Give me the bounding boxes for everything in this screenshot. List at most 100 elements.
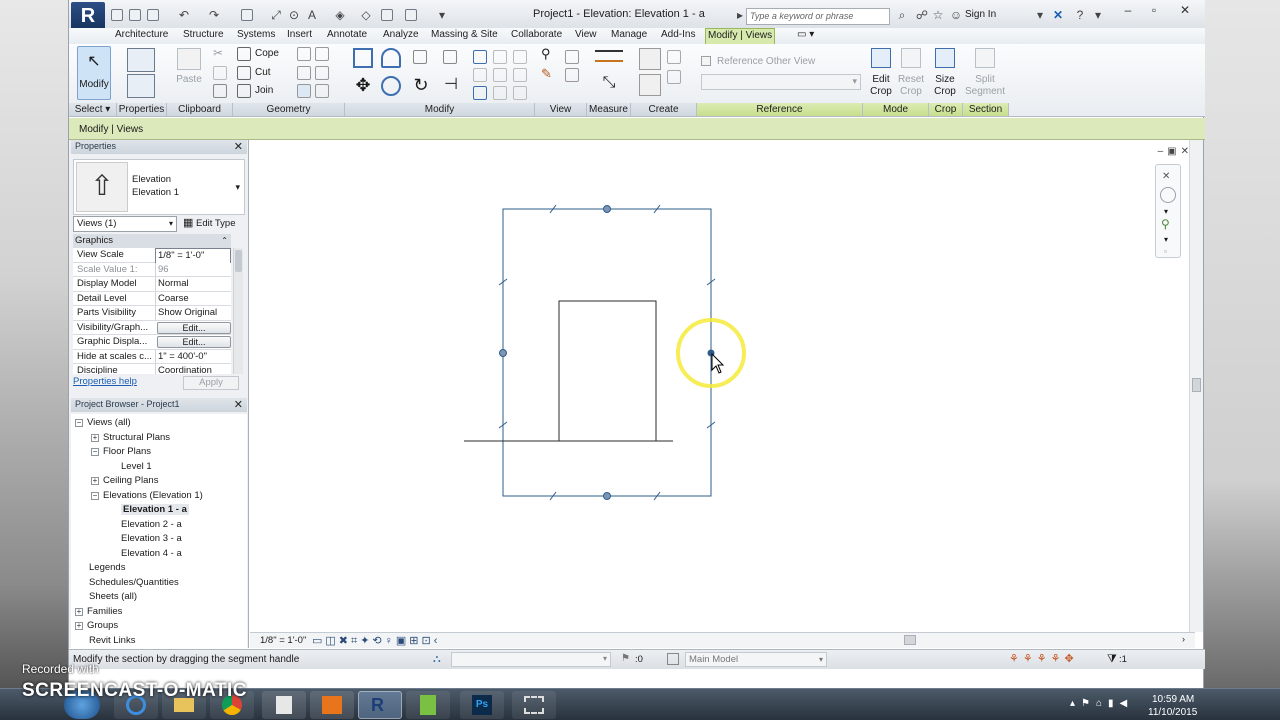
scale-icon[interactable] <box>473 86 487 100</box>
measure-icon[interactable] <box>241 9 253 21</box>
vertical-scroll-thumb[interactable] <box>1192 378 1201 392</box>
create-similar-icon[interactable] <box>667 70 681 84</box>
linework-icon[interactable] <box>565 68 579 82</box>
tree-expand-toggle[interactable]: + <box>75 607 83 616</box>
default-3d-view-icon[interactable]: ◈ <box>333 8 347 22</box>
cope-button[interactable]: Cope <box>255 48 279 59</box>
measure-between-icon[interactable] <box>595 50 623 62</box>
search-expand-icon[interactable]: ▸ <box>733 8 747 22</box>
create-parts-icon[interactable] <box>667 50 681 64</box>
split-segment-icon[interactable] <box>975 48 995 68</box>
section-icon[interactable]: ◇ <box>359 8 373 22</box>
split-element-icon[interactable] <box>473 50 487 64</box>
view-window-controls[interactable]: –▣✕ <box>1158 146 1193 157</box>
tab-add-ins[interactable]: Add-Ins <box>659 28 697 44</box>
graphics-group-header[interactable]: Graphics ⌃ <box>73 234 231 248</box>
sign-in-link[interactable]: Sign In <box>965 9 996 20</box>
wall-elevation[interactable] <box>558 300 657 442</box>
tab-manage[interactable]: Manage <box>609 28 649 44</box>
tree-item[interactable]: Legends <box>75 561 125 576</box>
trim-extend-icon[interactable]: ⊣ <box>441 76 461 96</box>
cut-button[interactable]: Cut <box>255 67 271 78</box>
trim-multiple-icon[interactable] <box>513 68 527 82</box>
tab-structure[interactable]: Structure <box>181 28 226 44</box>
text-icon[interactable]: A <box>305 8 319 22</box>
view-control-icons[interactable]: ▭◫✖⌗✦⟲♀▣⊞⊡‹ <box>312 634 440 648</box>
match-type-icon[interactable] <box>213 84 227 98</box>
tab-insert[interactable]: Insert <box>285 28 314 44</box>
design-options-icon[interactable] <box>667 653 679 665</box>
size-crop-icon[interactable] <box>935 48 955 68</box>
photoshop-icon[interactable]: Ps <box>460 691 504 719</box>
properties-scrollbar[interactable] <box>233 248 243 374</box>
prop-value[interactable]: Coordination <box>155 364 231 374</box>
prop-value[interactable]: Show Original <box>155 306 231 320</box>
filter-icon[interactable]: ⧩ <box>1107 653 1117 666</box>
prop-row-graphic-display[interactable]: Graphic Displa... Edit... <box>73 335 231 350</box>
tree-item[interactable]: − Elevations (Elevation 1) <box>91 489 203 504</box>
sync-icon[interactable] <box>147 9 159 21</box>
reference-other-view-checkbox[interactable] <box>701 56 711 66</box>
rotate-icon[interactable]: ↻ <box>411 76 431 96</box>
close-properties-icon[interactable]: ✕ <box>234 141 243 153</box>
properties-help-link[interactable]: Properties help <box>73 376 137 387</box>
tree-expand-toggle[interactable]: − <box>91 491 99 500</box>
select-panel-label[interactable]: Select ▾ <box>69 103 117 116</box>
clock-date[interactable]: 11/10/2015 <box>1148 707 1197 718</box>
tab-view[interactable]: View <box>573 28 599 44</box>
tab-massing-site[interactable]: Massing & Site <box>429 28 500 44</box>
tab-analyze[interactable]: Analyze <box>381 28 421 44</box>
move-icon[interactable]: ✥ <box>353 76 373 96</box>
pin-icon[interactable] <box>493 50 507 64</box>
instance-filter-dropdown[interactable]: Views (1) ▾ <box>73 216 177 232</box>
graphic-display-edit-button[interactable]: Edit... <box>157 336 231 348</box>
offset-element-icon[interactable] <box>513 86 527 100</box>
close-project-browser-icon[interactable]: ✕ <box>234 399 243 411</box>
crop-grip-top[interactable] <box>603 205 611 213</box>
prop-row-parts-visibility[interactable]: Parts Visibility Show Original <box>73 306 231 321</box>
horizontal-scroll-thumb[interactable] <box>904 635 916 645</box>
exchange-apps-icon[interactable]: ✕ <box>1051 8 1065 22</box>
steering-wheel-icon[interactable] <box>1160 187 1176 203</box>
tree-item[interactable]: Level 1 <box>107 460 152 475</box>
apply-button[interactable]: Apply <box>183 376 239 390</box>
dimension-icon[interactable]: ⤢ <box>269 8 283 22</box>
close-hidden-windows-icon[interactable] <box>405 9 417 21</box>
type-dropdown-icon[interactable]: ▾ <box>235 182 240 193</box>
clock-time[interactable]: 10:59 AM <box>1152 694 1194 705</box>
worksets-icon[interactable]: ⛬ <box>433 653 441 666</box>
save-icon[interactable] <box>129 9 141 21</box>
reset-crop-button[interactable]: Reset Crop <box>897 74 925 98</box>
favorites-icon[interactable]: ☆ <box>931 8 945 22</box>
copy-icon[interactable] <box>381 76 401 96</box>
steering-wheel-dropdown-icon[interactable]: ▾ <box>1164 207 1168 216</box>
revit-taskbar-icon[interactable]: R <box>358 691 402 719</box>
remove-paint-icon[interactable] <box>315 84 329 98</box>
zoom-dropdown-icon[interactable]: ▾ <box>1164 235 1168 244</box>
editing-requests-icon[interactable]: ⚑ <box>621 653 630 664</box>
join-icon[interactable] <box>237 84 251 98</box>
paste-icon[interactable] <box>177 48 201 70</box>
prop-row-discipline[interactable]: Discipline Coordination <box>73 364 231 374</box>
offset-icon[interactable] <box>381 48 401 68</box>
override-graphics-icon[interactable]: ✎ <box>541 66 552 82</box>
tree-item[interactable]: + Groups <box>75 619 118 634</box>
crop-grip-bottom[interactable] <box>603 492 611 500</box>
sign-in-dropdown-icon[interactable]: ▾ <box>1033 8 1047 22</box>
hide-in-view-icon[interactable]: ⚲ <box>541 46 551 62</box>
snipping-tool-icon[interactable] <box>512 691 556 719</box>
cope-icon[interactable] <box>237 47 251 61</box>
wall-joins-icon[interactable] <box>297 47 311 61</box>
unpin-icon[interactable] <box>493 68 507 82</box>
split-face-icon[interactable] <box>315 47 329 61</box>
prop-row-detail-level[interactable]: Detail Level Coarse <box>73 291 231 306</box>
user-icon[interactable]: ☺ <box>949 8 963 22</box>
workset-dropdown[interactable]: ▾ <box>451 652 611 667</box>
modify-button[interactable]: ↖ Modify <box>77 46 111 100</box>
align-icon[interactable] <box>353 48 373 68</box>
array-icon[interactable] <box>473 68 487 82</box>
demolish-icon[interactable] <box>297 84 311 98</box>
zoom-region-icon[interactable]: ⚲ <box>1161 217 1170 231</box>
revit-family-icon[interactable] <box>310 691 354 719</box>
visibility-graphics-edit-button[interactable]: Edit... <box>157 321 231 334</box>
